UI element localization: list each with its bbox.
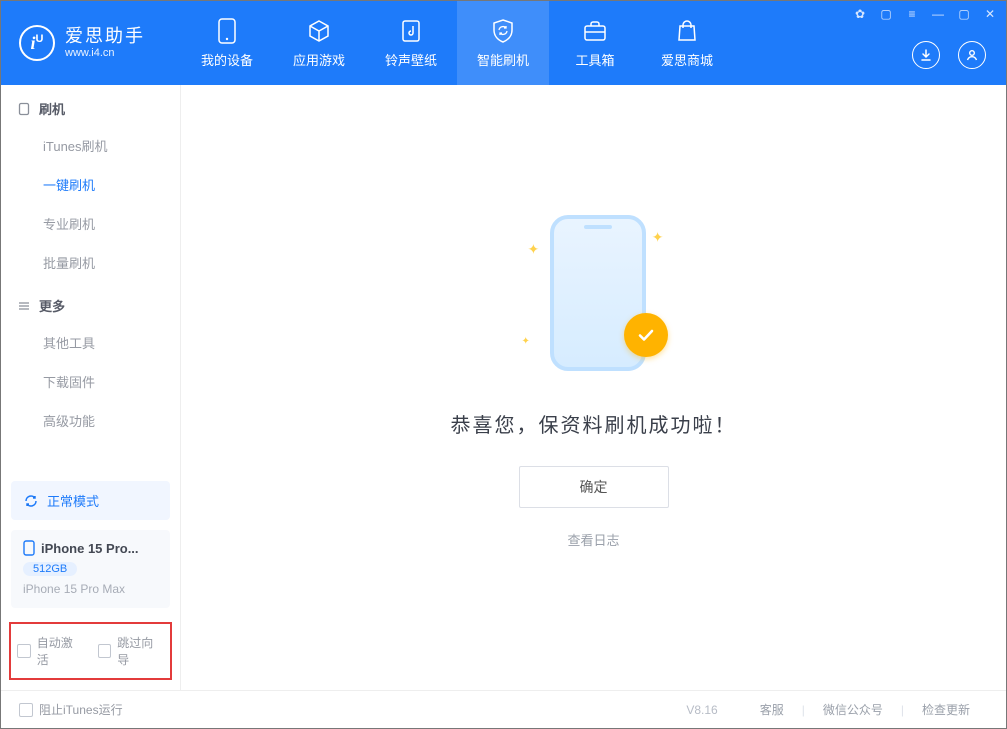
window-menu-icon[interactable]: ≡ <box>904 7 920 21</box>
main-content: ✦ ✦ ✦ 恭喜您，保资料刷机成功啦！ 确定 查看日志 <box>181 85 1006 690</box>
version-label: V8.16 <box>686 703 717 717</box>
checkbox-label: 跳过向导 <box>117 634 164 668</box>
checkbox-block-itunes[interactable]: 阻止iTunes运行 <box>19 701 123 718</box>
nav-label: 爱思商城 <box>661 50 713 69</box>
sidebar-item-advanced[interactable]: 高级功能 <box>1 401 180 440</box>
device-card[interactable]: iPhone 15 Pro... 512GB iPhone 15 Pro Max <box>11 530 170 608</box>
sidebar-section-more: 更多 <box>1 282 180 323</box>
briefcase-icon <box>582 18 608 44</box>
nav-label: 工具箱 <box>575 50 614 69</box>
nav-item-apps-games[interactable]: 应用游戏 <box>273 1 365 85</box>
header-right-icons <box>912 41 986 69</box>
success-illustration: ✦ ✦ ✦ <box>514 215 674 375</box>
sidebar-item-itunes-flash[interactable]: iTunes刷机 <box>1 126 180 165</box>
highlight-box: 自动激活 跳过向导 <box>9 622 172 680</box>
window-minimize-icon[interactable]: — <box>930 7 946 21</box>
checkbox-skip-guide[interactable]: 跳过向导 <box>98 634 165 668</box>
view-log-link[interactable]: 查看日志 <box>567 530 619 549</box>
separator: | <box>802 703 805 717</box>
nav-item-toolbox[interactable]: 工具箱 <box>549 1 641 85</box>
device-mode-label: 正常模式 <box>47 491 99 510</box>
sidebar-section-title: 更多 <box>39 296 65 315</box>
sparkle-icon: ✦ <box>652 229 664 246</box>
window-controls: ✿ ▢ ≡ — ▢ ✕ <box>852 7 998 21</box>
footer-link-check-update[interactable]: 检查更新 <box>922 701 970 718</box>
sparkle-icon: ✦ <box>528 241 540 258</box>
sidebar-section-title: 刷机 <box>39 99 65 118</box>
refresh-icon <box>23 493 39 509</box>
nav-label: 我的设备 <box>201 50 253 69</box>
user-icon[interactable] <box>958 41 986 69</box>
window-close-icon[interactable]: ✕ <box>982 7 998 21</box>
checkbox-label: 自动激活 <box>37 634 84 668</box>
nav-item-ringtones[interactable]: 铃声壁纸 <box>365 1 457 85</box>
window-phone-icon[interactable]: ▢ <box>878 7 894 21</box>
sidebar-item-batch-flash[interactable]: 批量刷机 <box>1 243 180 282</box>
brand-title: 爱思助手 <box>65 27 145 47</box>
top-nav: 我的设备 应用游戏 铃声壁纸 智能刷机 <box>181 1 733 85</box>
checkbox-icon <box>17 644 31 658</box>
window-maximize-icon[interactable]: ▢ <box>956 7 972 21</box>
footer: 阻止iTunes运行 V8.16 客服 | 微信公众号 | 检查更新 <box>1 690 1006 728</box>
brand-logo-icon: iU <box>19 25 55 61</box>
ok-button[interactable]: 确定 <box>519 466 669 508</box>
checkbox-icon <box>98 644 112 658</box>
success-text: 恭喜您，保资料刷机成功啦！ <box>451 409 737 438</box>
nav-item-smart-flash[interactable]: 智能刷机 <box>457 1 549 85</box>
device-mode[interactable]: 正常模式 <box>11 481 170 520</box>
cube-icon <box>306 18 332 44</box>
body: 刷机 iTunes刷机 一键刷机 专业刷机 批量刷机 更多 其他工具 下载固件 … <box>1 85 1006 690</box>
header: iU 爱思助手 www.i4.cn 我的设备 应用游戏 <box>1 1 1006 85</box>
check-badge-icon <box>624 313 668 357</box>
sidebar: 刷机 iTunes刷机 一键刷机 专业刷机 批量刷机 更多 其他工具 下载固件 … <box>1 85 181 690</box>
app-window: iU 爱思助手 www.i4.cn 我的设备 应用游戏 <box>0 0 1007 729</box>
sidebar-item-other-tools[interactable]: 其他工具 <box>1 323 180 362</box>
nav-item-my-device[interactable]: 我的设备 <box>181 1 273 85</box>
phone-icon <box>23 540 35 556</box>
footer-link-support[interactable]: 客服 <box>760 701 784 718</box>
music-note-icon <box>398 18 424 44</box>
footer-link-wechat[interactable]: 微信公众号 <box>823 701 883 718</box>
device-name: iPhone 15 Pro... <box>41 541 139 556</box>
checkbox-icon <box>19 703 33 717</box>
sidebar-item-download-firmware[interactable]: 下载固件 <box>1 362 180 401</box>
sidebar-item-pro-flash[interactable]: 专业刷机 <box>1 204 180 243</box>
nav-label: 智能刷机 <box>477 50 529 69</box>
shopping-bag-icon <box>674 18 700 44</box>
checkbox-auto-activate[interactable]: 自动激活 <box>17 634 84 668</box>
phone-icon <box>214 18 240 44</box>
download-icon[interactable] <box>912 41 940 69</box>
device-full-name: iPhone 15 Pro Max <box>23 582 158 596</box>
nav-label: 应用游戏 <box>293 50 345 69</box>
nav-item-store[interactable]: 爱思商城 <box>641 1 733 85</box>
tablet-icon <box>17 102 31 116</box>
more-icon <box>17 299 31 313</box>
brand-subtitle: www.i4.cn <box>65 47 145 59</box>
separator: | <box>901 703 904 717</box>
brand: iU 爱思助手 www.i4.cn <box>1 1 181 85</box>
sidebar-section-flash: 刷机 <box>1 85 180 126</box>
shield-refresh-icon <box>490 18 516 44</box>
sidebar-item-oneclick-flash[interactable]: 一键刷机 <box>1 165 180 204</box>
checkbox-label: 阻止iTunes运行 <box>39 701 123 718</box>
sparkle-icon: ✦ <box>522 336 530 347</box>
window-skin-icon[interactable]: ✿ <box>852 7 868 21</box>
device-storage-badge: 512GB <box>23 562 77 576</box>
nav-label: 铃声壁纸 <box>385 50 437 69</box>
